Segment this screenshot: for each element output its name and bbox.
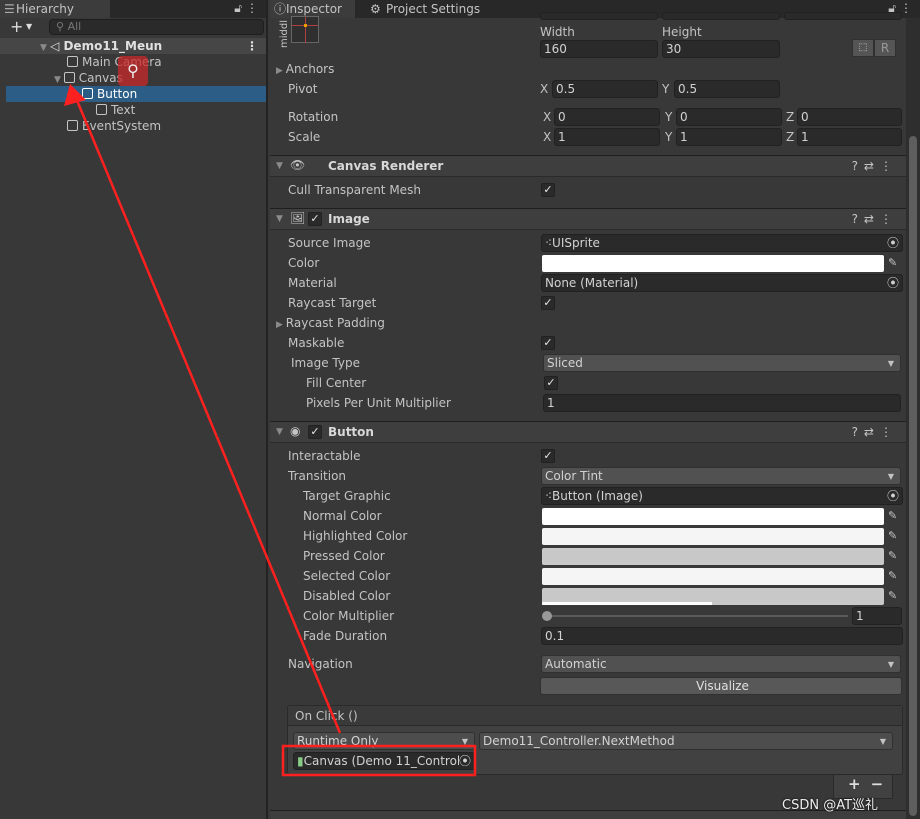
annotation-arrow-line <box>74 97 342 734</box>
annotation-arrow-head <box>64 84 86 106</box>
annotation-highlight-box <box>281 744 477 777</box>
annotation-overlay <box>64 84 477 777</box>
